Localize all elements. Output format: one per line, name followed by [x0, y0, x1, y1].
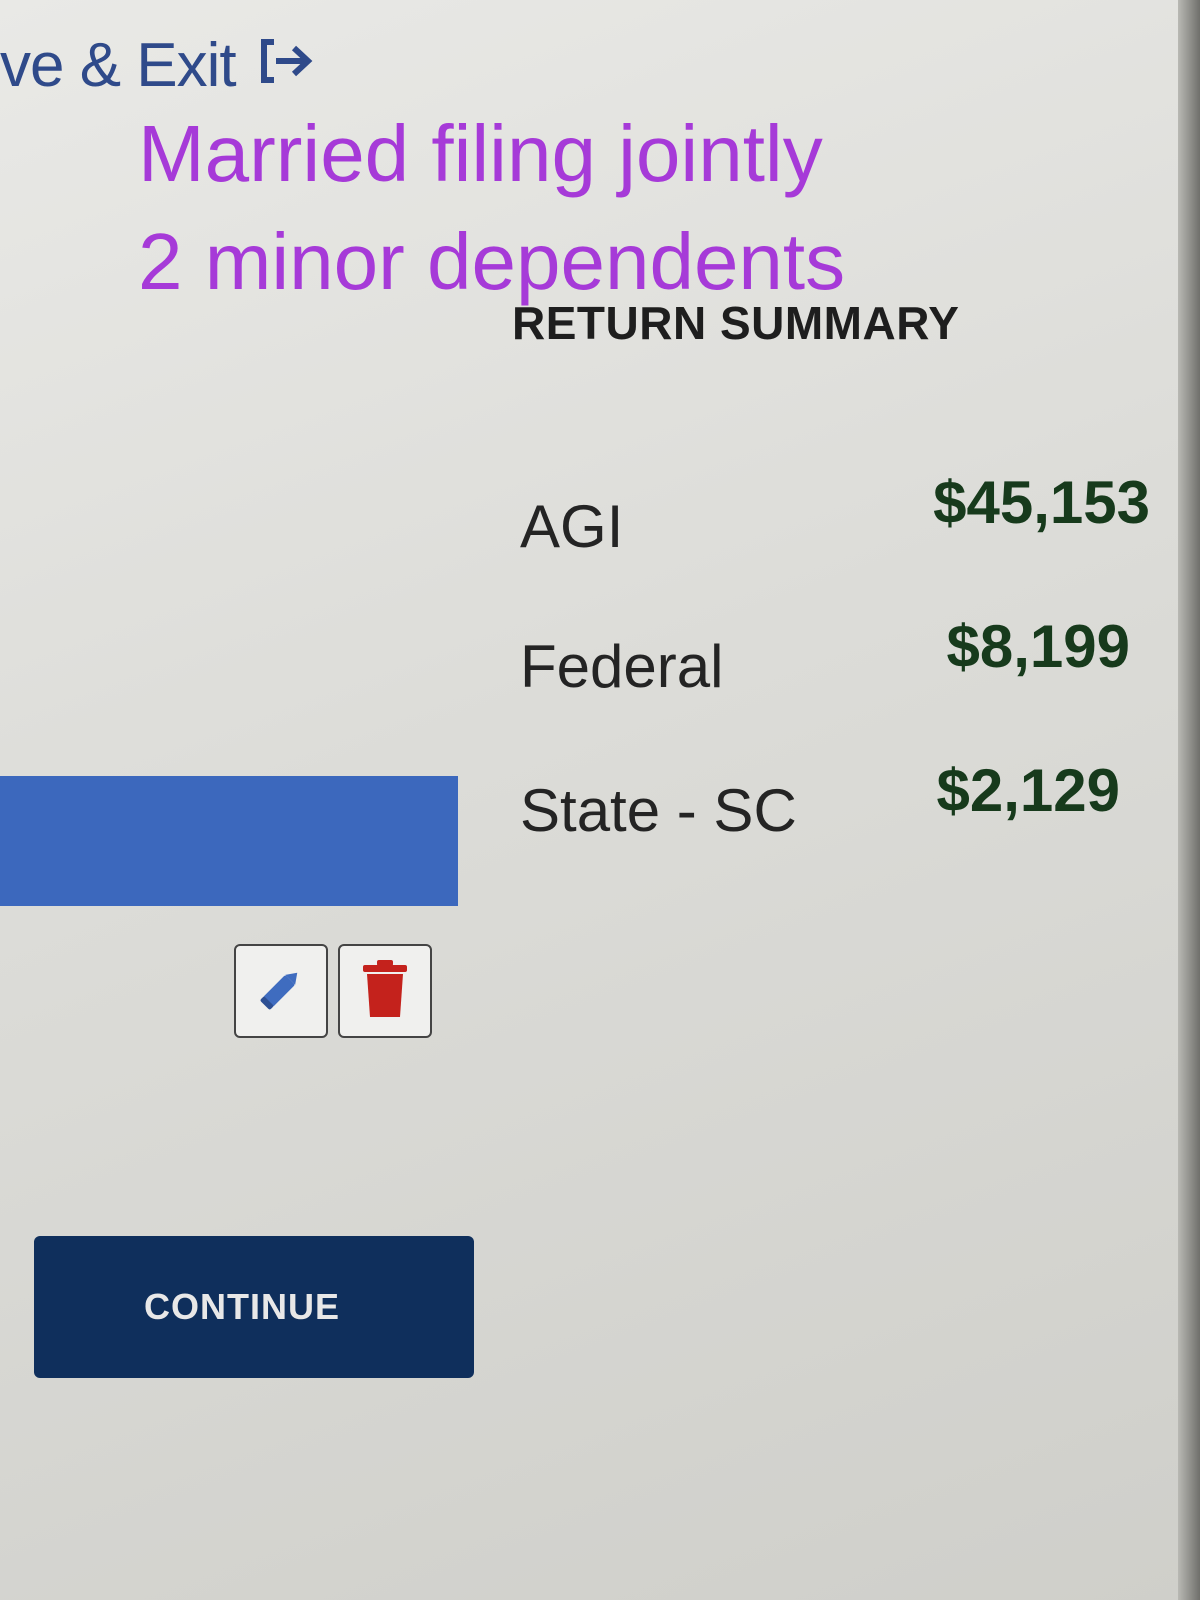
- annotation-line-1: Married filing jointly: [138, 109, 823, 198]
- exit-arrow-icon: [258, 36, 314, 99]
- pencil-icon: [254, 962, 308, 1021]
- filing-status-annotation: Married filing jointly 2 minor dependent…: [138, 100, 978, 316]
- summary-label: AGI: [520, 493, 624, 560]
- summary-label: State - SC: [520, 777, 797, 844]
- summary-row-agi: AGI $45,153: [520, 469, 1160, 572]
- summary-row-state: State - SC $2,129: [520, 757, 1160, 856]
- edit-button[interactable]: [234, 944, 328, 1038]
- screen-edge: [1178, 0, 1200, 1600]
- save-and-exit-link[interactable]: ve & Exit: [0, 30, 314, 101]
- delete-button[interactable]: [338, 944, 432, 1038]
- summary-label: Federal: [520, 633, 724, 700]
- summary-row-federal: Federal $8,199: [520, 613, 1160, 712]
- summary-value: $2,129: [936, 757, 1120, 824]
- save-exit-label: ve & Exit: [0, 31, 237, 100]
- summary-value: $8,199: [946, 613, 1130, 680]
- summary-value: $45,153: [933, 469, 1150, 536]
- continue-button[interactable]: CONTINUE: [34, 1236, 474, 1378]
- return-summary-title: RETURN SUMMARY: [512, 297, 960, 349]
- selected-item-bar[interactable]: [0, 776, 458, 906]
- trash-icon: [359, 959, 411, 1024]
